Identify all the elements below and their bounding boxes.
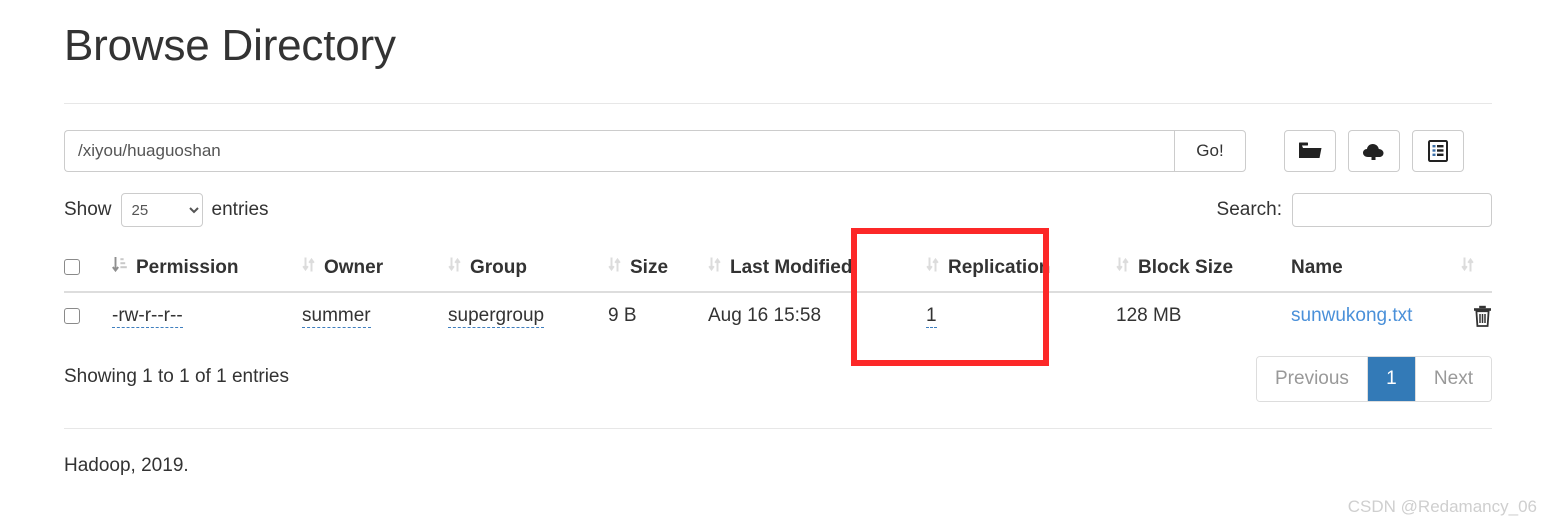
sort-icon — [448, 256, 461, 279]
clipboard-list-icon — [1428, 140, 1448, 162]
table-body: -rw-r--r-- summer supergroup 9 B Aug 16 … — [64, 292, 1492, 339]
table-footer: Showing 1 to 1 of 1 entries Previous 1 N… — [64, 356, 1492, 408]
column-header-last-modified-label: Last Modified — [730, 256, 853, 278]
table-header-row: Permission Owner Group Size Last Modifie… — [64, 248, 1492, 293]
sort-icon — [926, 256, 939, 279]
cell-group: supergroup — [448, 292, 608, 339]
folder-open-icon — [1298, 141, 1322, 161]
column-header-block-size-label: Block Size — [1138, 256, 1234, 278]
search-input[interactable] — [1292, 193, 1492, 227]
group-value[interactable]: supergroup — [448, 305, 545, 328]
sort-icon — [608, 256, 621, 279]
showing-entries-info: Showing 1 to 1 of 1 entries — [64, 366, 289, 387]
permission-value[interactable]: -rw-r--r-- — [112, 305, 183, 328]
column-header-group-label: Group — [470, 256, 527, 278]
column-header-owner[interactable]: Owner — [302, 248, 448, 293]
replication-value[interactable]: 1 — [926, 305, 937, 328]
watermark: CSDN @Redamancy_06 — [1347, 497, 1537, 516]
upload-files-button[interactable] — [1348, 130, 1400, 172]
page-title: Browse Directory — [64, 21, 396, 70]
cloud-upload-icon — [1362, 141, 1386, 161]
row-checkbox[interactable] — [64, 307, 80, 324]
column-header-size[interactable]: Size — [608, 248, 708, 293]
column-header-name[interactable]: Name — [1291, 248, 1492, 293]
cell-block-size: 128 MB — [1116, 305, 1182, 326]
pagination-previous-button[interactable]: Previous — [1257, 357, 1368, 401]
column-header-last-modified[interactable]: Last Modified — [708, 248, 926, 293]
owner-value[interactable]: summer — [302, 305, 371, 328]
path-input-group: Go! — [64, 130, 1246, 172]
cell-replication: 1 — [926, 292, 1116, 339]
sort-icon — [302, 256, 315, 279]
directory-path-input[interactable] — [64, 130, 1174, 172]
footer-divider — [64, 428, 1492, 429]
footer-text: Hadoop, 2019. — [64, 455, 189, 476]
show-entries-control: Show 25 entries — [64, 193, 269, 227]
sort-icon — [1116, 256, 1129, 279]
table-head: Permission Owner Group Size Last Modifie… — [64, 248, 1492, 293]
sort-icon — [708, 256, 721, 279]
trash-icon — [1473, 305, 1492, 330]
cell-size: 9 B — [608, 305, 637, 326]
path-bar-row: Go! — [64, 130, 1492, 172]
column-header-size-label: Size — [630, 256, 669, 278]
cell-last-modified: Aug 16 15:58 — [708, 305, 822, 326]
file-name-link[interactable]: sunwukong.txt — [1291, 305, 1412, 327]
path-action-buttons — [1284, 130, 1464, 172]
table-controls-row: Show 25 entries Search: — [64, 193, 1492, 235]
pagination: Previous 1 Next — [1256, 356, 1492, 402]
cell-name: sunwukong.txt — [1291, 292, 1492, 339]
column-header-replication-label: Replication — [948, 256, 1051, 278]
column-header-owner-label: Owner — [324, 256, 384, 278]
select-all-checkbox[interactable] — [64, 259, 80, 276]
cell-permission: -rw-r--r-- — [112, 292, 302, 339]
pagination-next-button[interactable]: Next — [1415, 357, 1491, 401]
column-header-group[interactable]: Group — [448, 248, 608, 293]
column-header-select-all — [64, 248, 112, 293]
column-header-permission[interactable]: Permission — [112, 248, 302, 293]
search-control: Search: — [1217, 193, 1492, 227]
column-header-block-size[interactable]: Block Size — [1116, 248, 1291, 293]
column-header-name-label: Name — [1291, 256, 1343, 278]
row-select-cell — [64, 292, 112, 339]
sort-amount-down-icon — [112, 256, 127, 279]
delete-file-button[interactable] — [1473, 305, 1492, 327]
entries-label: entries — [211, 199, 269, 220]
entries-per-page-select[interactable]: 25 — [120, 193, 203, 227]
pagination-page-1-button[interactable]: 1 — [1367, 357, 1416, 401]
directory-listing-table: Permission Owner Group Size Last Modifie… — [64, 248, 1492, 339]
cell-owner: summer — [302, 292, 448, 339]
go-button[interactable]: Go! — [1174, 130, 1246, 172]
table-row: -rw-r--r-- summer supergroup 9 B Aug 16 … — [64, 292, 1492, 339]
show-label: Show — [64, 199, 112, 220]
title-divider — [64, 103, 1492, 104]
create-directory-button[interactable] — [1284, 130, 1336, 172]
browse-directory-page: Browse Directory Go! — [0, 0, 1555, 525]
column-header-replication[interactable]: Replication — [926, 248, 1116, 293]
search-label: Search: — [1216, 199, 1282, 220]
cut-paste-button[interactable] — [1412, 130, 1464, 172]
column-header-permission-label: Permission — [136, 256, 239, 278]
sort-icon — [1461, 256, 1474, 279]
